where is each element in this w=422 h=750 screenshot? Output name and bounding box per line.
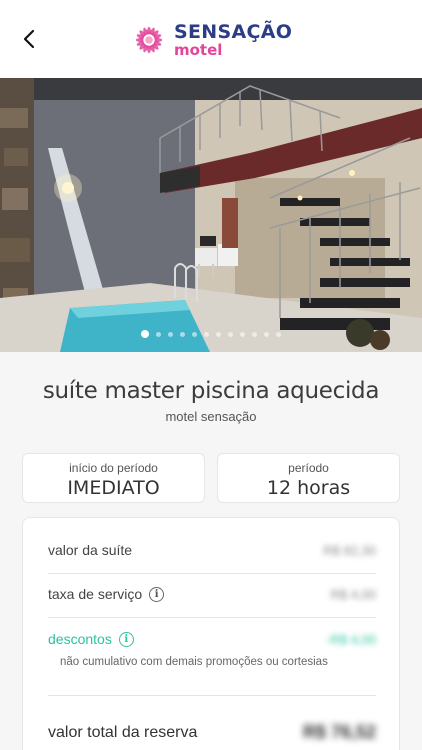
service-fee-amount: R$ 4,00 bbox=[330, 586, 376, 602]
start-period-value: IMEDIATO bbox=[67, 477, 160, 499]
chevron-left-icon bbox=[23, 29, 35, 49]
gallery-dot[interactable] bbox=[252, 331, 257, 337]
gallery-dot[interactable] bbox=[264, 331, 269, 337]
total-label: valor total da reserva bbox=[48, 723, 198, 741]
period-label: período bbox=[288, 461, 329, 475]
gallery-dot[interactable] bbox=[192, 331, 197, 337]
discounts-row: descontos i -R$ 4,00 bbox=[48, 631, 376, 647]
brand-name: SENSAÇÃO bbox=[174, 20, 293, 43]
divider bbox=[48, 573, 376, 574]
suite-value-row: valor da suíte R$ 82,30 bbox=[48, 542, 376, 558]
gallery-dot[interactable] bbox=[168, 331, 173, 337]
gallery-dot[interactable] bbox=[141, 330, 149, 338]
suite-value-amount: R$ 82,30 bbox=[323, 542, 376, 558]
gallery-dot[interactable] bbox=[240, 331, 245, 337]
gallery-dot[interactable] bbox=[228, 331, 233, 337]
suite-value-label: valor da suíte bbox=[48, 542, 133, 558]
info-icon[interactable]: i bbox=[149, 586, 165, 602]
total-row: valor total da reserva R$ 76,52 bbox=[48, 722, 376, 743]
gallery-pagination[interactable] bbox=[0, 330, 422, 338]
discounts-amount: -R$ 4,00 bbox=[326, 631, 376, 647]
price-summary-card: valor da suíte R$ 82,30 taxa de serviço … bbox=[22, 517, 400, 750]
total-amount: R$ 76,52 bbox=[302, 722, 376, 742]
start-period-label: início do período bbox=[69, 461, 158, 475]
period-card[interactable]: período 12 horas bbox=[217, 453, 400, 503]
brand-subtitle: motel bbox=[174, 40, 223, 59]
divider bbox=[48, 695, 376, 696]
discount-note: não cumulativo com demais promoções ou c… bbox=[60, 656, 328, 668]
gallery-dot[interactable] bbox=[156, 331, 161, 337]
gallery-dot[interactable] bbox=[204, 331, 209, 337]
brand-logo: SENSAÇÃO motel bbox=[130, 20, 292, 60]
motel-name: motel sensação bbox=[165, 409, 257, 424]
photo-gallery[interactable] bbox=[0, 78, 422, 352]
service-fee-row: taxa de serviço i R$ 4,00 bbox=[48, 586, 376, 602]
back-button[interactable] bbox=[14, 24, 44, 54]
app-header: SENSAÇÃO motel bbox=[0, 0, 422, 78]
suite-photo bbox=[0, 78, 422, 352]
flower-logo-icon bbox=[135, 26, 163, 54]
gallery-dot[interactable] bbox=[276, 331, 281, 337]
service-fee-label: taxa de serviço bbox=[48, 586, 143, 602]
period-value: 12 horas bbox=[266, 477, 351, 499]
gallery-dot[interactable] bbox=[216, 331, 221, 337]
gallery-dot[interactable] bbox=[180, 331, 185, 337]
divider bbox=[48, 617, 376, 618]
suite-title: suíte master piscina aquecida bbox=[42, 378, 380, 404]
start-period-card[interactable]: início do período IMEDIATO bbox=[22, 453, 205, 503]
info-icon[interactable]: i bbox=[118, 631, 134, 647]
discounts-label: descontos bbox=[48, 631, 112, 647]
